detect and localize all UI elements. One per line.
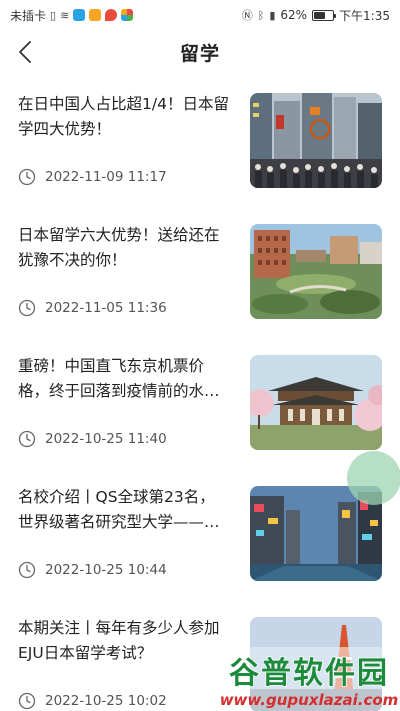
app-notification-icon — [73, 9, 86, 21]
back-button[interactable] — [10, 36, 42, 68]
battery-percent: 62% — [280, 8, 308, 22]
clock-icon — [18, 168, 36, 186]
article-title: 名校介绍丨QS全球第23名，世界级著名研究型大学——东京大学 — [18, 488, 220, 531]
clock-time: 下午1:35 — [339, 8, 390, 23]
watermark: 谷普软件园 www.gupuxlazai.com — [218, 647, 400, 711]
bluetooth-icon: ᛒ — [257, 8, 265, 22]
article-item[interactable]: 名校介绍丨QS全球第23名，世界级著名研究型大学——东京大学 2022-10-2… — [0, 473, 400, 604]
battery-fill — [314, 11, 326, 19]
battery-icon — [312, 9, 337, 21]
article-thumbnail — [250, 355, 382, 450]
article-date: 2022-11-09 11:17 — [45, 169, 167, 185]
floating-action-button[interactable] — [347, 451, 400, 505]
status-bar: 未插卡 ▯ ≋ Ⓝ ᛒ ▮ 62% 下午1:35 — [0, 0, 400, 30]
nfc-icon: Ⓝ — [241, 9, 253, 22]
vibrate-icon: ▮ — [269, 8, 276, 22]
article-date: 2022-10-25 11:40 — [45, 431, 167, 447]
chevron-left-icon — [19, 41, 31, 63]
article-item[interactable]: 在日中国人占比超1/4！日本留学四大优势！ 2022-11-09 11:17 — [0, 80, 400, 211]
watermark-logo: 谷普软件园 www.gupuxlazai.com — [220, 655, 399, 709]
article-meta: 2022-11-05 11:36 — [18, 299, 167, 317]
wifi-icon: ≋ — [60, 8, 70, 22]
tokyo-street-crowd-image — [250, 93, 382, 188]
clock-icon — [18, 430, 36, 448]
article-thumbnail — [250, 93, 382, 188]
app-notification-icon-3 — [121, 9, 134, 21]
status-right: Ⓝ ᛒ ▮ 62% 下午1:35 — [242, 7, 390, 24]
clock-icon — [18, 299, 36, 317]
top-nav-bar: 留学 — [0, 30, 400, 74]
article-date: 2022-10-25 10:02 — [45, 693, 167, 709]
article-meta: 2022-10-25 10:02 — [18, 692, 167, 710]
article-meta: 2022-10-25 11:40 — [18, 430, 167, 448]
clock-icon — [18, 561, 36, 579]
article-title: 在日中国人占比超1/4！日本留学四大优势！ — [18, 95, 229, 138]
location-app-icon — [105, 9, 118, 21]
article-date: 2022-10-25 10:44 — [45, 562, 167, 578]
article-item[interactable]: 重磅！中国直飞东京机票价格，终于回落到疫情前的水平了 2022-10-25 11… — [0, 342, 400, 473]
page-title: 留学 — [179, 42, 220, 65]
article-title: 本期关注丨每年有多少人参加EJU日本留学考试？ — [18, 619, 220, 662]
app-notification-icon-2 — [89, 9, 102, 21]
article-thumbnail — [250, 224, 382, 319]
article-title: 日本留学六大优势！送给还在犹豫不决的你！ — [18, 226, 220, 269]
temple-cherry-blossom-image — [250, 355, 382, 450]
status-left: 未插卡 ▯ ≋ — [10, 7, 134, 24]
article-item[interactable]: 日本留学六大优势！送给还在犹豫不决的你！ 2022-11-05 11:36 — [0, 211, 400, 342]
article-meta: 2022-10-25 10:44 — [18, 561, 167, 579]
svg-text:www.gupuxlazai.com: www.gupuxlazai.com — [220, 691, 399, 709]
sim-icon: ▯ — [50, 8, 57, 22]
svg-text:谷普软件园: 谷普软件园 — [229, 656, 389, 691]
article-date: 2022-11-05 11:36 — [45, 300, 167, 316]
article-title: 重磅！中国直飞东京机票价格，终于回落到疫情前的水平了 — [18, 357, 220, 400]
clock-icon — [18, 692, 36, 710]
campus-aerial-image — [250, 224, 382, 319]
article-meta: 2022-11-09 11:17 — [18, 168, 167, 186]
carrier-text: 未插卡 — [10, 8, 47, 23]
article-list: 在日中国人占比超1/4！日本留学四大优势！ 2022-11-09 11:17 日… — [0, 80, 400, 711]
